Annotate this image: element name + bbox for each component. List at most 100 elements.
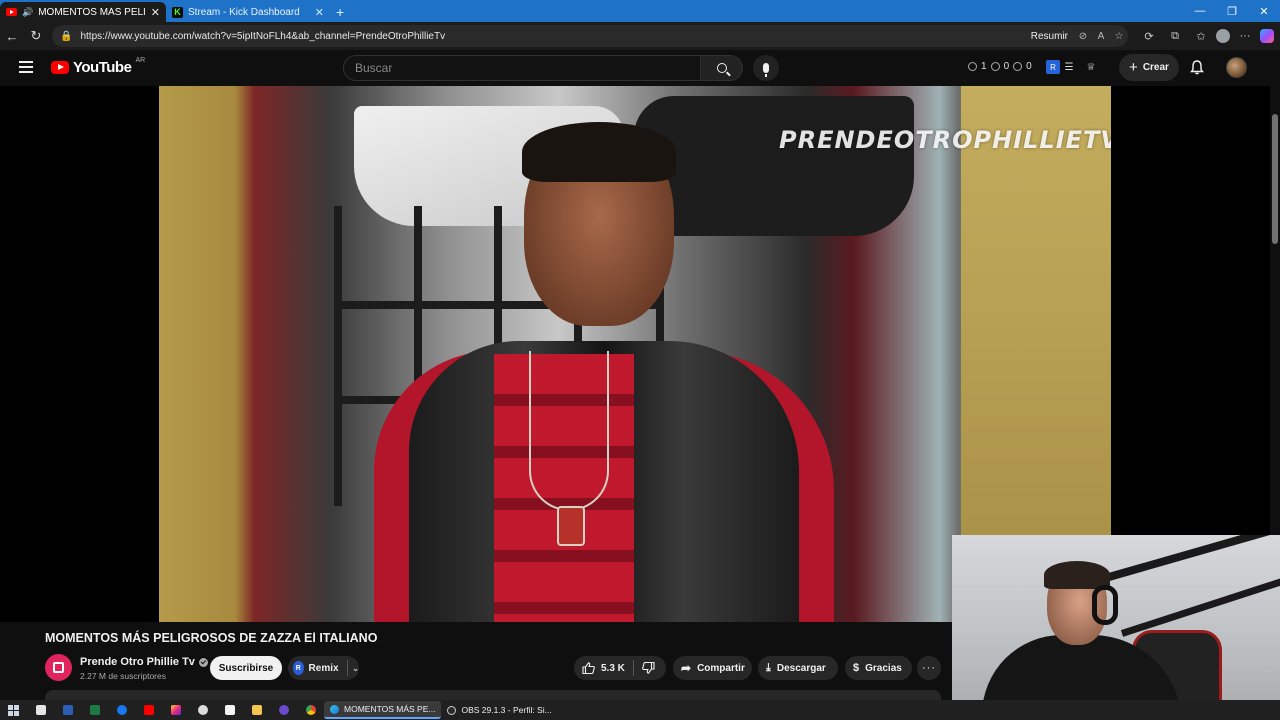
list-icon[interactable]: ☰ bbox=[1062, 60, 1076, 74]
more-actions-button[interactable]: ··· bbox=[917, 656, 941, 680]
clock-icon bbox=[968, 62, 977, 71]
url-text[interactable]: https://www.youtube.com/watch?v=5ipItNoF… bbox=[80, 31, 1030, 42]
microphone-icon bbox=[763, 63, 769, 77]
voice-search-button[interactable] bbox=[753, 55, 779, 81]
copilot-icon[interactable] bbox=[1260, 29, 1274, 43]
obs-window-icon bbox=[447, 705, 457, 715]
mic-arm-lower bbox=[1120, 577, 1280, 637]
verified-badge-icon bbox=[198, 657, 208, 667]
window-controls: — ❐ ✕ bbox=[1184, 0, 1280, 22]
remix-badge-icon: R bbox=[293, 661, 304, 675]
video-title: MOMENTOS MÁS PELIGROSOS DE ZAZZA El ITAL… bbox=[45, 631, 378, 645]
tab-kick-dashboard[interactable]: K Stream - Kick Dashboard ✕ bbox=[166, 2, 330, 22]
thumbs-down-icon bbox=[642, 662, 655, 674]
instagram-icon[interactable] bbox=[162, 700, 189, 720]
extension-stats[interactable]: 1 0 0 bbox=[968, 61, 1032, 72]
search-input[interactable] bbox=[343, 55, 701, 81]
chevron-down-icon[interactable]: ⌄ bbox=[352, 664, 359, 673]
close-tab-icon[interactable]: ✕ bbox=[315, 6, 324, 19]
youtube-masthead: YouTube AR 1 0 0 R ☰ ♕ + Crear bbox=[0, 50, 1270, 86]
scrollbar-thumb[interactable] bbox=[1272, 114, 1278, 244]
channel-avatar[interactable] bbox=[45, 654, 72, 681]
task-label: OBS 29.1.3 - Perfil: Si... bbox=[461, 705, 552, 715]
tab-title: Stream - Kick Dashboard bbox=[188, 6, 300, 18]
start-button[interactable] bbox=[0, 700, 27, 720]
facebook-icon[interactable] bbox=[108, 700, 135, 720]
create-button[interactable]: + Crear bbox=[1119, 54, 1179, 81]
channel-name[interactable]: Prende Otro Phillie Tv bbox=[80, 656, 208, 668]
chrome-icon[interactable] bbox=[297, 700, 324, 720]
dislike-button[interactable] bbox=[634, 656, 663, 680]
file-explorer-icon[interactable] bbox=[243, 700, 270, 720]
back-icon[interactable]: ← bbox=[0, 29, 24, 44]
kick-favicon-icon: K bbox=[172, 6, 183, 18]
country-code: AR bbox=[135, 57, 146, 64]
taskbar-obs-window[interactable]: OBS 29.1.3 - Perfil: Si... bbox=[441, 701, 557, 719]
star-icon[interactable]: ☆ bbox=[1110, 31, 1128, 42]
minimize-icon[interactable]: — bbox=[1184, 0, 1216, 22]
obs-icon[interactable] bbox=[270, 700, 297, 720]
restore-icon[interactable]: ❐ bbox=[1216, 0, 1248, 22]
address-bar-row: ← ↻ 🔒 https://www.youtube.com/watch?v=5i… bbox=[0, 22, 1280, 50]
youtube-logo[interactable]: YouTube AR bbox=[51, 57, 146, 76]
share-button[interactable]: ➦ Compartir bbox=[673, 656, 752, 680]
eye-icon bbox=[1013, 62, 1023, 71]
more-icon[interactable]: ··· bbox=[1234, 30, 1256, 42]
stat-value: 0 bbox=[1003, 61, 1010, 72]
browser-tab-strip: 🔊 MOMENTOS MÁS PELIGROS ✕ K Stream - Kic… bbox=[0, 0, 1280, 22]
search-button[interactable] bbox=[701, 55, 743, 81]
read-aloud-icon[interactable]: A bbox=[1092, 31, 1110, 42]
resumir-button[interactable]: Resumir bbox=[1031, 31, 1068, 42]
like-count: 5.3 K bbox=[601, 662, 625, 674]
thanks-label: Gracias bbox=[865, 662, 902, 674]
download-button[interactable]: ⤓ Descargar bbox=[758, 656, 838, 680]
mic-arm bbox=[1100, 535, 1280, 583]
split-screen-icon[interactable]: ⧉ bbox=[1164, 30, 1186, 43]
trophy-icon[interactable]: ♕ bbox=[1084, 60, 1098, 74]
new-tab-icon[interactable]: + bbox=[336, 2, 344, 22]
create-label: Crear bbox=[1142, 62, 1169, 73]
video-person bbox=[374, 122, 834, 622]
youtube-app-icon[interactable] bbox=[135, 700, 162, 720]
description-box[interactable] bbox=[45, 690, 941, 700]
taskbar-edge-window[interactable]: MOMENTOS MÁS PE... bbox=[324, 701, 442, 719]
speaker-icon[interactable]: 🔊 bbox=[22, 7, 33, 18]
youtube-favicon-icon bbox=[6, 8, 17, 16]
refresh-icon[interactable]: ↻ bbox=[24, 28, 48, 44]
notepad-icon[interactable] bbox=[216, 700, 243, 720]
thumbs-up-icon bbox=[582, 662, 595, 674]
search-icon bbox=[716, 63, 727, 73]
webcam-overlay bbox=[952, 535, 1280, 720]
channel-logo-icon bbox=[53, 662, 64, 673]
app-icon[interactable] bbox=[189, 700, 216, 720]
notifications-bell-icon[interactable] bbox=[1190, 60, 1204, 75]
remix-extension-icon[interactable]: R bbox=[1046, 60, 1060, 74]
extensions-icon[interactable]: ⟳ bbox=[1138, 30, 1160, 43]
task-label: MOMENTOS MÁS PE... bbox=[344, 704, 436, 714]
close-window-icon[interactable]: ✕ bbox=[1248, 0, 1280, 22]
screen: 🔊 MOMENTOS MÁS PELIGROS ✕ K Stream - Kic… bbox=[0, 0, 1280, 720]
address-bar[interactable]: 🔒 https://www.youtube.com/watch?v=5ipItN… bbox=[52, 25, 1128, 47]
eye-icon bbox=[990, 62, 1000, 71]
word-icon[interactable] bbox=[54, 700, 81, 720]
lock-icon[interactable]: 🔒 bbox=[60, 31, 72, 42]
menu-icon[interactable] bbox=[19, 60, 33, 74]
remix-button[interactable]: R Remix ⌄ bbox=[288, 656, 359, 680]
stat-value: 0 bbox=[1026, 61, 1032, 72]
summary-icon[interactable]: ⊘ bbox=[1074, 31, 1092, 42]
close-tab-icon[interactable]: ✕ bbox=[151, 6, 160, 19]
store-icon[interactable] bbox=[27, 700, 54, 720]
excel-icon[interactable] bbox=[81, 700, 108, 720]
tab-youtube-video[interactable]: 🔊 MOMENTOS MÁS PELIGROS ✕ bbox=[0, 2, 166, 22]
divider bbox=[346, 660, 348, 676]
like-button[interactable]: 5.3 K bbox=[574, 656, 633, 680]
subscribe-button[interactable]: Suscribirse bbox=[210, 656, 282, 680]
thanks-button[interactable]: $ Gracias bbox=[845, 656, 912, 680]
user-avatar[interactable] bbox=[1226, 57, 1247, 78]
favorites-icon[interactable]: ✩ bbox=[1190, 30, 1212, 43]
channel-name-text[interactable]: Prende Otro Phillie Tv bbox=[80, 656, 195, 668]
plus-icon: + bbox=[1129, 58, 1138, 76]
edge-icon bbox=[330, 704, 339, 714]
profile-icon[interactable] bbox=[1216, 29, 1230, 43]
channel-watermark: PRENDEOTROPHILLIETV bbox=[779, 126, 1111, 154]
